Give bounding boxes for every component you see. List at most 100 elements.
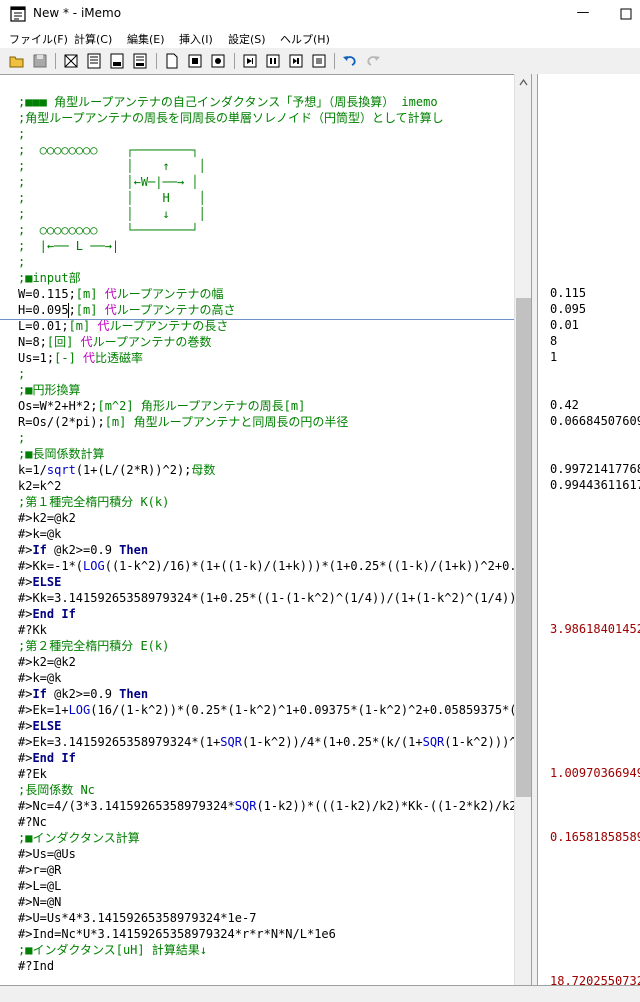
comment-line[interactable]: ; ○○○○○○○○ └────────┘ (18, 222, 199, 238)
result-value: 18.7202550732 (550, 974, 640, 985)
step-icon[interactable] (241, 52, 259, 70)
code-line[interactable]: N=8;[回] 代ループアンテナの巻数 (18, 334, 211, 350)
comment-line[interactable]: ; ○○○○○○○○ ┌────────┐ (18, 142, 199, 158)
status-bar (0, 985, 640, 1002)
code-line[interactable]: #?Kk (18, 622, 47, 638)
comment-line[interactable]: ; (18, 430, 25, 446)
code-line[interactable]: #>k=@k (18, 670, 61, 686)
code-line[interactable]: k2=k^2 (18, 478, 61, 494)
results-pane: 0.115 0.095 0.01 8 1 0.42 0.06684507609 0.99721… (537, 74, 640, 985)
title-bar: New * - iMemo — (0, 0, 640, 28)
comment-line[interactable]: ;■長岡係数計算 (18, 446, 104, 462)
code-line[interactable]: R=Os/(2*pi);[m] 角型ループアンテナと同周長の円の半径 (18, 414, 348, 430)
list-icon[interactable] (310, 52, 328, 70)
result-value: 0.01 (550, 318, 579, 332)
save-icon[interactable] (31, 52, 49, 70)
menu-file[interactable]: ファイル(F) (9, 31, 68, 47)
result-value: 1.00970366949 (550, 766, 640, 780)
code-line[interactable]: #>End If (18, 606, 76, 622)
code-line[interactable]: L=0.01;[m] 代ループアンテナの長さ (18, 318, 228, 334)
code-line[interactable]: #>Ind=Nc*U*3.14159265358979324*r*r*N*N/L… (18, 926, 336, 942)
minimize-button[interactable]: — (568, 0, 598, 28)
code-line[interactable]: #>L=@L (18, 878, 61, 894)
comment-line[interactable]: ; (18, 126, 25, 142)
menu-help[interactable]: ヘルプ(H) (280, 31, 330, 47)
code-line[interactable]: #>U=Us*4*3.14159265358979324*1e-7 (18, 910, 256, 926)
comment-line[interactable]: ;■インダクタンス計算 (18, 830, 140, 846)
code-line[interactable]: #>ELSE (18, 718, 61, 734)
page-icon[interactable] (85, 52, 103, 70)
code-line[interactable]: W=0.115;[m] 代ループアンテナの幅 (18, 286, 224, 302)
maximize-button[interactable] (612, 0, 640, 28)
result-value: 3.98618401452 (550, 622, 640, 636)
undo-icon[interactable] (341, 52, 359, 70)
code-line[interactable]: #>If @k2>=0.9 Then (18, 686, 148, 702)
comment-line[interactable]: ; │ ↑ │ (18, 158, 206, 174)
comment-line[interactable]: ; │←W─|──→ │ (18, 174, 199, 190)
record-icon[interactable] (209, 52, 227, 70)
comment-line[interactable]: ;■インダクタンス[uH] 計算結果↓ (18, 942, 207, 958)
new-file-icon[interactable] (163, 52, 181, 70)
code-line[interactable]: #>Kk=-1*(LOG((1-k^2)/16)*(1+((1-k)/(1+k)… (18, 558, 514, 574)
code-line[interactable]: #>k=@k (18, 526, 61, 542)
code-line[interactable]: #?Nc (18, 814, 47, 830)
code-line[interactable]: #>Ek=1+LOG(16/(1-k^2))*(0.25*(1-k^2)^1+0… (18, 702, 514, 718)
code-line[interactable]: #?Ek (18, 766, 47, 782)
code-line[interactable]: #>If @k2>=0.9 Then (18, 542, 148, 558)
result-value: 0.99443611617 (550, 478, 640, 492)
comment-line[interactable]: ;第１種完全楕円積分 K(k) (18, 494, 169, 510)
code-line[interactable]: k=1/sqrt(1+(L/(2*R))^2);母数 (18, 462, 215, 478)
comment-line[interactable]: ;角型ループアンテナの周長を同周長の単層ソレノイド（円筒型）として計算し (18, 110, 444, 126)
stop-icon[interactable] (186, 52, 204, 70)
code-line[interactable]: #>Kk=3.14159265358979324*(1+0.25*((1-(1-… (18, 590, 514, 606)
open-folder-icon[interactable] (8, 52, 26, 70)
skip-icon[interactable] (287, 52, 305, 70)
page-icon[interactable] (131, 52, 149, 70)
code-line[interactable]: #>ELSE (18, 574, 61, 590)
result-value: 1 (550, 350, 558, 364)
code-line[interactable]: #>Us=@Us (18, 846, 76, 862)
result-value: 8 (550, 334, 558, 348)
result-value: 0.115 (550, 286, 587, 300)
comment-line[interactable]: ;■円形換算 (18, 382, 80, 398)
comment-line[interactable]: ; (18, 254, 25, 270)
comment-line[interactable]: ;■■■ 角型ループアンテナの自己インダクタンス「予想」（周長換算） imemo (18, 94, 438, 110)
code-line[interactable]: #>N=@N (18, 894, 61, 910)
result-value: 0.99721417768 (550, 462, 640, 476)
code-line[interactable]: #?Ind (18, 958, 54, 974)
scroll-up-icon[interactable] (515, 74, 532, 91)
window-title: New * - iMemo (33, 6, 122, 20)
code-line[interactable]: #>k2=@k2 (18, 654, 76, 670)
page-icon[interactable] (108, 52, 126, 70)
menu-edit[interactable]: 編集(E) (127, 31, 165, 47)
code-line[interactable]: H=0.095;[m] 代ループアンテナの高さ (18, 302, 236, 318)
comment-line[interactable]: ; │ ↓ │ (18, 206, 206, 222)
image-icon[interactable] (62, 52, 80, 70)
menu-settings[interactable]: 設定(S) (228, 31, 266, 47)
redo-icon[interactable] (364, 52, 382, 70)
code-line[interactable]: #>Nc=4/(3*3.14159265358979324*SQR(1-k2))… (18, 798, 514, 814)
scrollbar-thumb[interactable] (516, 298, 531, 798)
toolbar (0, 49, 640, 75)
editor-pane[interactable]: ;■■■ 角型ループアンテナの自己インダクタンス「予想」（周長換算） imemo… (0, 74, 514, 986)
code-line[interactable]: #>Ek=3.14159265358979324*(1+SQR(1-k^2))/… (18, 734, 514, 750)
code-line[interactable]: #>k2=@k2 (18, 510, 76, 526)
menu-calculate[interactable]: 計算(C) (74, 31, 112, 47)
pause-icon[interactable] (264, 52, 282, 70)
comment-line[interactable]: ;長岡係数 Nc (18, 782, 95, 798)
code-line[interactable]: #>End If (18, 750, 76, 766)
comment-line[interactable]: ;■input部 (18, 270, 81, 286)
menu-insert[interactable]: 挿入(I) (179, 31, 213, 47)
code-line[interactable]: #>r=@R (18, 862, 61, 878)
app-icon (10, 6, 26, 22)
code-line[interactable]: Us=1;[-] 代比透磁率 (18, 350, 143, 366)
current-line-indicator (0, 319, 514, 320)
comment-line[interactable]: ; |←── L ──→| (18, 238, 119, 254)
comment-line[interactable]: ;第２種完全楕円積分 E(k) (18, 638, 169, 654)
menu-bar: ファイル(F) 計算(C) 編集(E) 挿入(I) 設定(S) ヘルプ(H) (0, 28, 640, 48)
comment-line[interactable]: ; │ H │ (18, 190, 206, 206)
code-line[interactable]: Os=W*2+H*2;[m^2] 角形ループアンテナの周長[m] (18, 398, 305, 414)
result-value: 0.42 (550, 398, 579, 412)
vertical-scrollbar[interactable] (514, 74, 532, 985)
comment-line[interactable]: ; (18, 366, 25, 382)
